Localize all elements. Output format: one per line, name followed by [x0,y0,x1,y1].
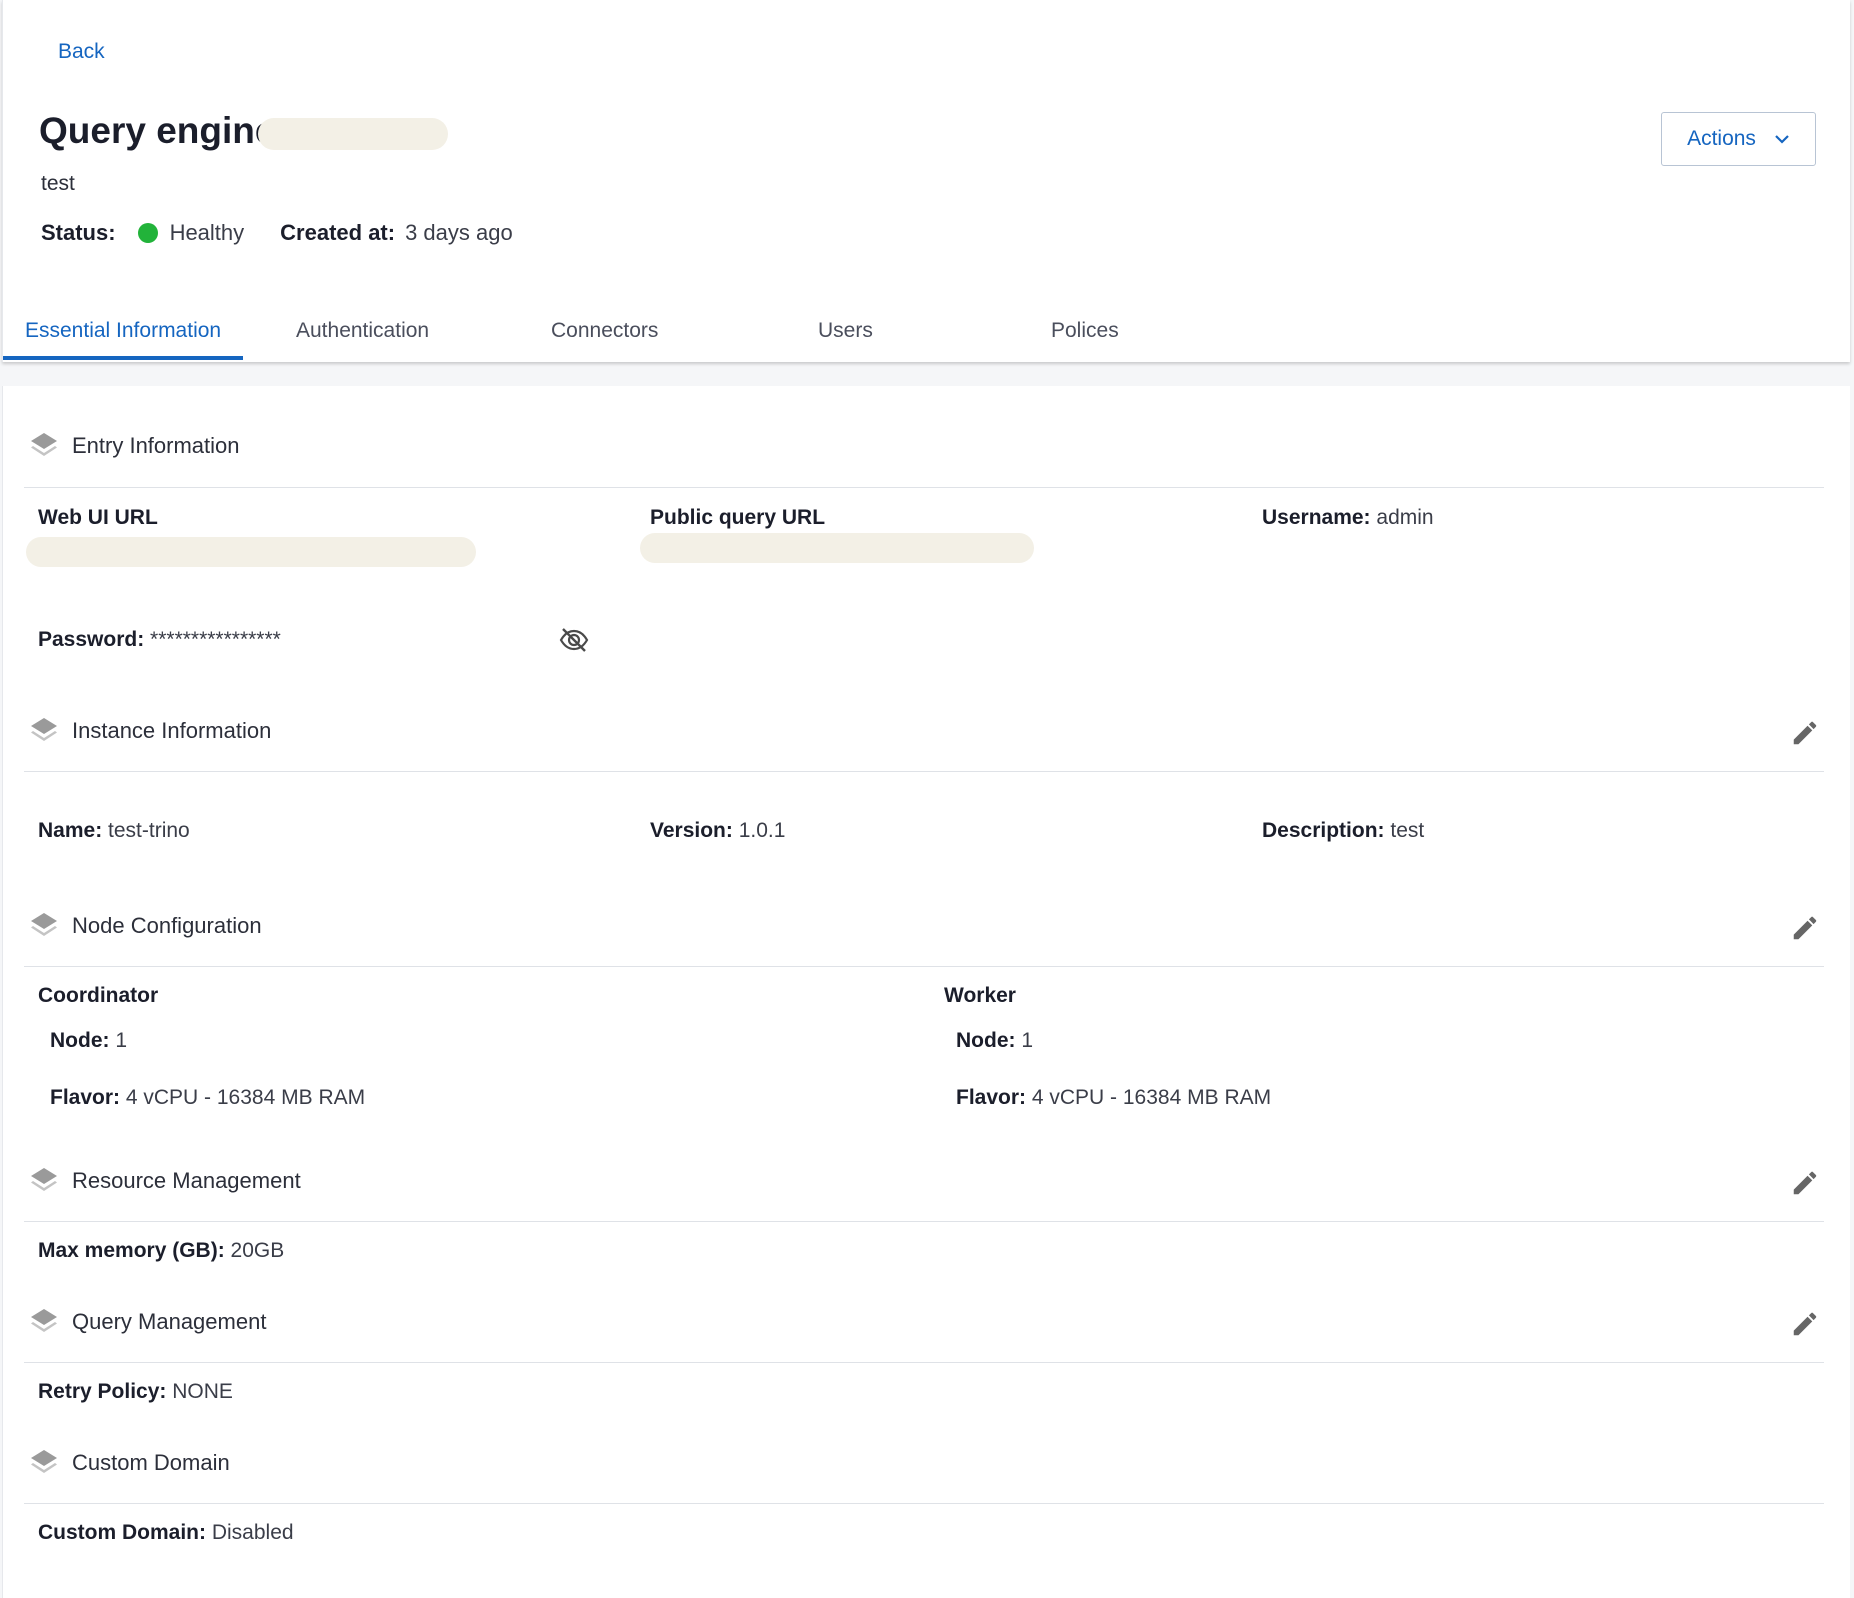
username-label: Username: [1262,506,1371,529]
coordinator-node-label: Node: [50,1029,110,1052]
status-dot-icon [137,223,158,243]
coordinator-node-field: Node: 1 [50,1029,127,1053]
section-title: Instance Information [72,718,272,743]
status-row: Status: Healthy Created at: 3 days ago [41,220,513,246]
layers-icon [31,433,57,456]
max-memory-label: Max memory (GB): [38,1239,225,1262]
worker-label: Worker [944,984,1016,1007]
section-title: Custom Domain [72,1450,230,1475]
description-value: test [1390,819,1425,842]
password-value: **************** [150,628,281,651]
created-at-label: Created at: [280,220,396,245]
tab-essential-information[interactable]: Essential Information [25,300,221,362]
layers-icon [31,1450,57,1473]
pencil-icon[interactable] [1790,718,1820,748]
layers-icon [31,1168,57,1191]
section-resource-management: Resource Management [28,1159,301,1203]
web-ui-url-label: Web UI URL [38,506,158,529]
version-field: Version: 1.0.1 [650,819,785,843]
section-instance-information: Instance Information [28,709,271,753]
tab-polices[interactable]: Polices [1051,300,1119,362]
section-divider [24,771,1824,772]
worker-node-label: Node: [956,1029,1016,1052]
tab-users[interactable]: Users [818,300,873,362]
name-field: Name: test-trino [38,819,190,843]
coordinator-flavor-field: Flavor: 4 vCPU - 16384 MB RAM [50,1086,365,1110]
retry-policy-field: Retry Policy: NONE [38,1380,233,1404]
name-label: Name: [38,819,103,842]
layers-icon [31,1309,57,1332]
username-value: admin [1376,506,1434,529]
password-label: Password: [38,628,145,651]
worker-flavor-value: 4 vCPU - 16384 MB RAM [1031,1086,1272,1109]
page-subtitle: test [41,172,75,195]
tab-bar: Essential Information Authentication Con… [3,300,1850,362]
layers-icon [31,913,57,936]
custom-domain-value: Disabled [211,1521,294,1544]
section-node-configuration: Node Configuration [28,904,262,948]
tab-authentication[interactable]: Authentication [296,300,429,362]
version-label: Version: [650,819,733,842]
description-label: Description: [1262,819,1385,842]
status-value: Healthy [169,220,245,245]
chevron-down-icon [1775,135,1789,144]
section-custom-domain: Custom Domain [28,1441,230,1485]
version-value: 1.0.1 [738,819,786,842]
tab-connectors[interactable]: Connectors [551,300,658,362]
coordinator-node-value: 1 [115,1029,128,1052]
public-query-url-label: Public query URL [650,506,826,529]
section-divider [24,966,1824,967]
retry-policy-value: NONE [172,1380,233,1403]
name-value: test-trino [108,819,190,842]
max-memory-field: Max memory (GB): 20GB [38,1239,284,1263]
pencil-icon[interactable] [1790,1309,1820,1339]
redacted-web-ui-url[interactable] [26,537,476,567]
created-at-value: 3 days ago [405,220,513,245]
worker-node-value: 1 [1021,1029,1034,1052]
redacted-public-query-url[interactable] [640,533,1034,563]
password-field: Password: **************** [38,628,281,652]
pencil-icon[interactable] [1790,1168,1820,1198]
section-divider [24,1503,1824,1504]
worker-flavor-field: Flavor: 4 vCPU - 16384 MB RAM [956,1086,1271,1110]
custom-domain-field: Custom Domain: Disabled [38,1521,294,1545]
section-title: Entry Information [72,433,240,458]
redacted-engine-name [258,118,448,150]
section-divider [24,487,1824,488]
worker-flavor-label: Flavor: [956,1086,1027,1109]
coordinator-flavor-value: 4 vCPU - 16384 MB RAM [125,1086,366,1109]
pencil-icon[interactable] [1790,913,1820,943]
custom-domain-label: Custom Domain: [38,1521,206,1544]
section-query-management: Query Management [28,1300,266,1344]
content-card [2,386,1850,1598]
page-title: Query engine: [39,110,288,151]
back-link[interactable]: Back [58,40,105,64]
section-divider [24,1221,1824,1222]
section-title: Node Configuration [72,913,262,938]
retry-policy-label: Retry Policy: [38,1380,167,1403]
section-divider [24,1362,1824,1363]
section-title: Resource Management [72,1168,301,1193]
section-title: Query Management [72,1309,267,1334]
username-field: Username: admin [1262,506,1434,530]
status-label: Status: [41,220,116,245]
section-entry-information: Entry Information [28,424,240,468]
actions-button-label: Actions [1687,127,1756,150]
active-tab-indicator [3,356,243,360]
description-field: Description: test [1262,819,1424,843]
worker-node-field: Node: 1 [956,1029,1033,1053]
coordinator-label: Coordinator [38,984,159,1007]
layers-icon [31,718,57,741]
coordinator-flavor-label: Flavor: [50,1086,121,1109]
header-card: Back Query engine: test Status: Healthy … [2,0,1850,362]
max-memory-value: 20GB [230,1239,285,1262]
actions-button[interactable]: Actions [1661,112,1816,166]
eye-off-icon[interactable] [558,624,590,656]
